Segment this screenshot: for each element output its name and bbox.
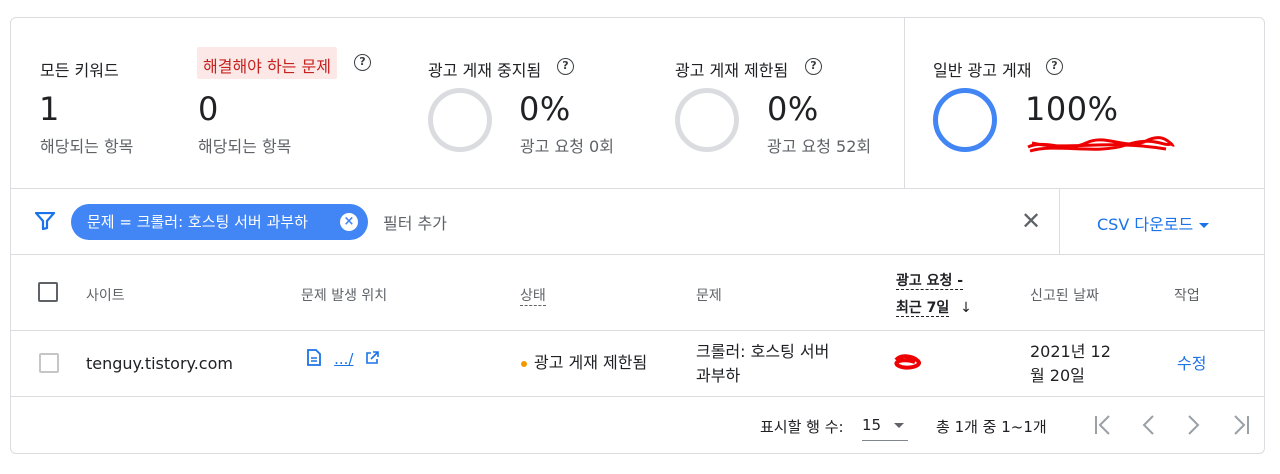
row-location-link[interactable]: .../ <box>307 349 379 368</box>
document-icon <box>307 349 321 366</box>
help-icon[interactable]: ? <box>1046 58 1063 75</box>
normal-ring <box>933 88 997 152</box>
page-range: 총 1개 중 1~1개 <box>936 418 1047 436</box>
header-ad-requests-sub[interactable]: 최근 7일 ↓ <box>896 297 972 317</box>
issues-value: 0 <box>198 90 219 128</box>
row-date-line1: 2021년 12 <box>1030 342 1111 361</box>
csv-download-label: CSV 다운로드 <box>1097 215 1194 234</box>
header-site[interactable]: 사이트 <box>86 285 125 305</box>
redaction-scribble <box>1027 136 1175 153</box>
clear-filters-icon[interactable]: ✕ <box>1021 209 1041 233</box>
rows-per-page-label: 표시할 행 수: <box>760 418 844 436</box>
close-icon[interactable]: × <box>340 213 358 231</box>
first-page-icon[interactable] <box>1093 414 1113 441</box>
header-status[interactable]: 상태 <box>520 285 546 306</box>
help-icon[interactable]: ? <box>805 58 822 75</box>
summary-divider <box>904 18 905 189</box>
header-issue[interactable]: 문제 <box>696 285 722 305</box>
edit-link[interactable]: 수정 <box>1177 350 1206 374</box>
next-page-icon[interactable] <box>1187 414 1201 441</box>
normal-value: 100% <box>1025 90 1119 128</box>
row-date-line2: 월 20일 <box>1030 366 1085 385</box>
filter-bar: 문제 = 크롤러: 호스팅 서버 과부하 × 필터 추가 ✕ CSV 다운로드 <box>11 189 1264 255</box>
chevron-down-icon <box>1199 223 1210 228</box>
help-icon[interactable]: ? <box>557 58 574 75</box>
last-page-icon[interactable] <box>1231 414 1251 441</box>
chevron-down-icon <box>894 423 904 428</box>
limited-sub: 광고 요청 52회 <box>767 137 872 156</box>
rows-per-page-value: 15 <box>862 416 882 434</box>
previous-page-icon[interactable] <box>1141 414 1155 441</box>
row-issue: 크롤러: 호스팅 서버 과부하 <box>696 340 829 388</box>
issues-label[interactable]: 해결해야 하는 문제 <box>197 47 337 79</box>
row-status-text: 광고 게재 제한됨 <box>534 353 648 372</box>
row-issue-line2: 과부하 <box>696 366 741 385</box>
issues-sub: 해당되는 항목 <box>198 137 292 156</box>
suspended-ring <box>428 88 492 152</box>
table-row: tenguy.tistory.com .../ 광고 게재 제한됨 크롤러: 호… <box>11 331 1264 397</box>
header-action: 작업 <box>1174 288 1200 304</box>
row-location-text: .../ <box>334 350 354 368</box>
all-keywords-label: 모든 키워드 <box>40 61 119 80</box>
row-issue-line1: 크롤러: 호스팅 서버 <box>696 342 830 361</box>
suspended-value: 0% <box>519 90 571 128</box>
all-keywords-sub: 해당되는 항목 <box>40 137 134 156</box>
summary-panel: 모든 키워드 1 해당되는 항목 해결해야 하는 문제 ? 0 해당되는 항목 … <box>11 18 1264 189</box>
filter-icon[interactable] <box>35 212 55 230</box>
normal-label: 일반 광고 게재 <box>933 61 1032 80</box>
rows-per-page-select[interactable]: 15 <box>862 413 908 441</box>
add-filter-input[interactable]: 필터 추가 <box>383 210 447 234</box>
suspended-sub: 광고 요청 0회 <box>520 137 614 156</box>
redaction-scribble <box>894 354 921 370</box>
header-ad-requests-line2: 최근 7일 <box>896 300 950 317</box>
header-ad-requests[interactable]: 광고 요청 - <box>896 270 964 290</box>
filter-divider <box>1059 189 1060 255</box>
all-keywords-value: 1 <box>39 90 60 128</box>
sort-arrow-icon: ↓ <box>960 300 972 316</box>
limited-value: 0% <box>767 90 819 128</box>
active-filter-chip[interactable]: 문제 = 크롤러: 호스팅 서버 과부하 × <box>71 204 368 240</box>
row-status: 광고 게재 제한됨 <box>521 349 647 373</box>
limited-label: 광고 게재 제한됨 <box>675 61 789 80</box>
open-external-icon[interactable] <box>365 351 379 365</box>
row-checkbox[interactable] <box>39 353 59 373</box>
row-reported-date: 2021년 12 월 20일 <box>1030 340 1111 388</box>
warning-dot-icon <box>521 360 527 367</box>
header-reported-date[interactable]: 신고된 날짜 <box>1030 285 1099 305</box>
limited-ring <box>675 88 739 152</box>
filter-chip-label: 문제 = 크롤러: 호스팅 서버 과부하 <box>87 213 308 231</box>
help-icon[interactable]: ? <box>354 54 371 71</box>
header-ad-requests-line1: 광고 요청 - <box>896 273 964 290</box>
table-header: 사이트 문제 발생 위치 상태 문제 광고 요청 - 최근 7일 ↓ 신고된 날… <box>11 255 1264 331</box>
suspended-label: 광고 게재 중지됨 <box>428 61 542 80</box>
ad-serving-card: 모든 키워드 1 해당되는 항목 해결해야 하는 문제 ? 0 해당되는 항목 … <box>10 17 1265 454</box>
row-site: tenguy.tistory.com <box>86 354 233 373</box>
select-all-checkbox[interactable] <box>38 282 58 302</box>
header-location[interactable]: 문제 발생 위치 <box>301 285 387 305</box>
csv-download-button[interactable]: CSV 다운로드 <box>1097 211 1210 235</box>
